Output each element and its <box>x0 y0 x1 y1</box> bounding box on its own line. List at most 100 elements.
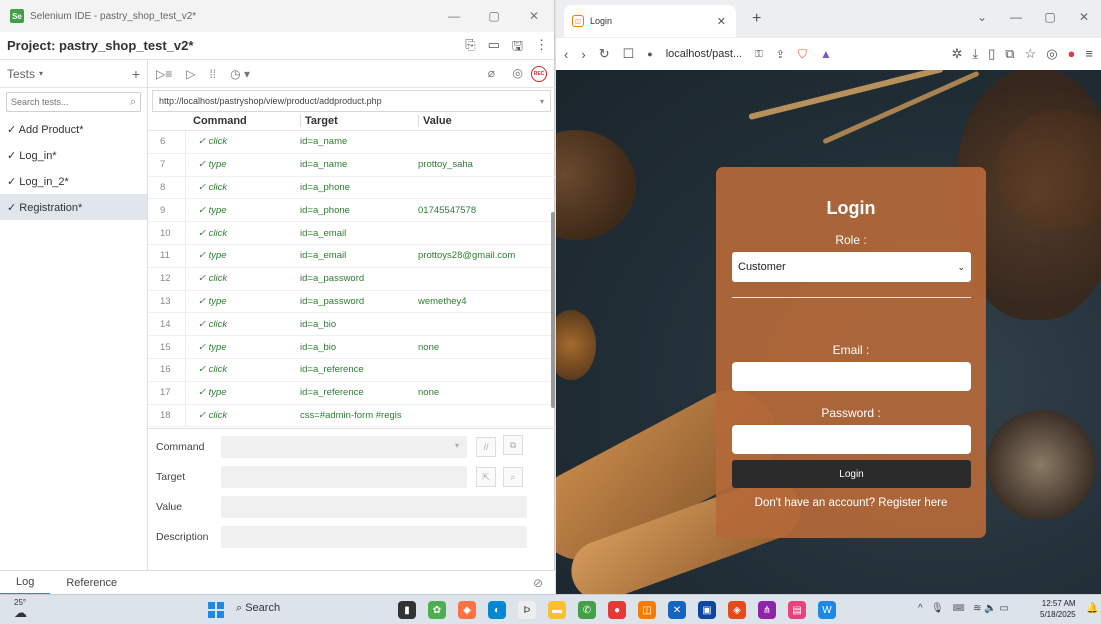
target-field[interactable] <box>221 466 467 488</box>
close-tab-icon[interactable]: ✕ <box>717 15 726 28</box>
volume-icon[interactable]: 🔈 <box>984 603 996 614</box>
screenshot-icon[interactable]: ⧉ <box>1005 46 1014 62</box>
description-field[interactable] <box>221 526 527 548</box>
start-button-icon[interactable] <box>208 602 224 618</box>
battery-icon[interactable]: ▭ <box>1000 603 1009 614</box>
vscode-app-icon[interactable]: ✕ <box>668 601 686 619</box>
extensions-icon[interactable]: ✲ <box>951 46 962 62</box>
test-item[interactable]: ✓ Add Product* <box>0 116 147 142</box>
password-field[interactable] <box>732 425 971 454</box>
clear-log-icon[interactable]: ⊘ <box>533 576 543 590</box>
minimize-icon[interactable]: — <box>434 9 474 23</box>
close-icon[interactable]: ✕ <box>1067 10 1101 24</box>
brave-app-icon[interactable]: ◆ <box>458 601 476 619</box>
more-menu-icon[interactable]: ⋮ <box>535 37 548 59</box>
command-row[interactable]: 13 ✓ type id=a_password wemethey4 <box>148 290 555 314</box>
wifi-icon[interactable]: ≋ <box>973 603 981 614</box>
command-field[interactable]: ▾ <box>221 436 467 458</box>
value-field[interactable] <box>221 496 527 518</box>
search-tests-input[interactable] <box>11 97 121 107</box>
add-test-icon[interactable]: + <box>132 66 140 82</box>
profile-icon[interactable]: ● <box>1068 46 1076 62</box>
browser-tab-login[interactable]: ◫ Login ✕ <box>564 5 736 37</box>
disable-breakpoints-icon[interactable]: ⌀ <box>488 66 495 80</box>
reload-icon[interactable]: ↻ <box>599 46 610 62</box>
login-button[interactable]: Login <box>732 460 971 488</box>
test-item[interactable]: ✓ Log_in_2* <box>0 168 147 194</box>
brave-shield-icon[interactable]: ⛉ <box>798 47 807 62</box>
tests-dropdown-label[interactable]: Tests <box>7 67 35 81</box>
tab-reference[interactable]: Reference <box>50 571 133 595</box>
save-project-icon[interactable]: 🖫 <box>512 37 523 59</box>
command-row[interactable]: 18 ✓ click css=#admin-form #regis <box>148 404 555 428</box>
pause-on-exception-icon[interactable]: ◎ <box>513 66 523 80</box>
minimize-icon[interactable]: — <box>999 10 1033 24</box>
close-icon[interactable]: ✕ <box>514 9 554 23</box>
command-row[interactable]: 11 ✓ type id=a_email prottoys28@gmail.com <box>148 244 555 268</box>
clock[interactable]: 12:57 AM 5/18/2025 <box>1040 598 1076 620</box>
tests-header[interactable]: Tests ▾ + <box>0 60 147 88</box>
open-reference-icon[interactable]: ⧉ <box>503 435 523 455</box>
back-icon[interactable]: ‹ <box>564 47 568 62</box>
app-pink-icon[interactable]: ▤ <box>788 601 806 619</box>
weather-widget[interactable]: 25° ☁ <box>14 598 27 621</box>
store-app-icon[interactable]: ▣ <box>698 601 716 619</box>
step-over-icon[interactable]: ⁞⁞ <box>209 67 216 81</box>
site-info-icon[interactable]: ● <box>647 49 652 59</box>
keyboard-icon[interactable]: ⌨ <box>952 603 965 614</box>
maximize-icon[interactable]: ▢ <box>474 9 514 23</box>
address-bar[interactable]: localhost/past... <box>666 48 742 60</box>
edge-app-icon[interactable]: ◐ <box>488 601 506 619</box>
tab-log[interactable]: Log <box>0 571 51 595</box>
forward-icon[interactable]: › <box>581 47 585 62</box>
notepad-app-icon[interactable]: Þ <box>518 601 536 619</box>
command-row[interactable]: 7 ✓ type id=a_name prottoy_saha <box>148 153 555 177</box>
sidebar-icon[interactable]: ▯ <box>988 46 995 62</box>
command-row[interactable]: 12 ✓ click id=a_password <box>148 267 555 291</box>
app-purple-icon[interactable]: ⋔ <box>758 601 776 619</box>
run-all-tests-icon[interactable]: ▷≡ <box>156 67 172 81</box>
photos-app-icon[interactable]: ✿ <box>428 601 446 619</box>
git-app-icon[interactable]: ◈ <box>728 601 746 619</box>
downloads-icon[interactable]: ⤓ <box>972 46 978 62</box>
new-project-icon[interactable]: ⎘ <box>465 37 475 59</box>
register-link[interactable]: Don't have an account? Register here <box>716 497 986 509</box>
chevron-down-icon[interactable]: ▾ <box>540 97 544 106</box>
file-explorer-app-icon[interactable]: ▬ <box>548 601 566 619</box>
new-tab-icon[interactable]: + <box>752 10 761 28</box>
share-icon[interactable]: ⇪ <box>776 48 785 61</box>
command-row[interactable]: 14 ✓ click id=a_bio <box>148 313 555 337</box>
test-item[interactable]: ✓ Log_in* <box>0 142 147 168</box>
speed-timer-icon[interactable]: ◷ ▾ <box>230 67 250 81</box>
mic-icon[interactable]: 🎙 <box>931 603 944 614</box>
find-target-icon[interactable]: ⌕ <box>503 467 523 487</box>
command-row[interactable]: 6 ✓ click id=a_name <box>148 131 555 154</box>
password-key-icon[interactable]: ⚿ <box>755 49 763 60</box>
command-row[interactable]: 15 ✓ type id=a_bio none <box>148 336 555 359</box>
app-red-icon[interactable]: ● <box>608 601 626 619</box>
record-button[interactable]: REC <box>531 66 547 82</box>
maximize-icon[interactable]: ▢ <box>1033 10 1067 24</box>
role-select[interactable]: Customer ⌄ <box>732 252 971 282</box>
whatsapp-app-icon[interactable]: ✆ <box>578 601 596 619</box>
select-target-icon[interactable]: ⇱ <box>476 467 496 487</box>
word-app-icon[interactable]: W <box>818 601 836 619</box>
run-current-test-icon[interactable]: ▷ <box>186 67 195 81</box>
chevron-down-icon[interactable]: ▾ <box>455 441 459 450</box>
menu-icon[interactable]: ≡ <box>1085 46 1093 62</box>
command-row[interactable]: 8 ✓ click id=a_phone <box>148 176 555 200</box>
command-table-scrollbar[interactable] <box>551 212 555 408</box>
show-hidden-icons[interactable]: ^ <box>918 603 923 614</box>
tab-search-icon[interactable]: ⌄ <box>965 10 999 24</box>
brave-rewards-icon[interactable]: ▲ <box>820 47 832 61</box>
terminal-app-icon[interactable]: ▮ <box>398 601 416 619</box>
command-row[interactable]: 9 ✓ type id=a_phone 01745547578 <box>148 199 555 223</box>
command-row[interactable]: 16 ✓ click id=a_reference <box>148 358 555 382</box>
login-app-icon[interactable]: ◫ <box>638 601 656 619</box>
test-item[interactable]: ✓ Registration* <box>0 194 147 220</box>
toggle-comment-icon[interactable]: // <box>476 437 496 457</box>
favorites-icon[interactable]: ☆ <box>1025 46 1037 62</box>
command-row[interactable]: 10 ✓ click id=a_email <box>148 222 555 245</box>
bookmark-icon[interactable]: ☐ <box>623 46 635 62</box>
open-project-icon[interactable]: ▭ <box>488 37 500 59</box>
